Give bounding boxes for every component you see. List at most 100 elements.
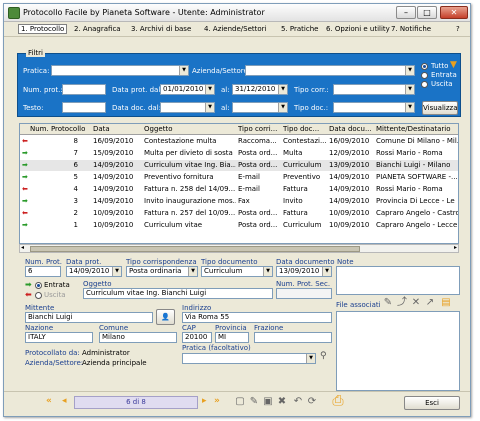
new-record-icon[interactable]: ▢	[234, 396, 246, 408]
col-tipo-corr[interactable]: Tipo corri...	[238, 125, 280, 133]
col-num-protocollo[interactable]: Num. Protocollo	[30, 125, 86, 133]
scroll-left-icon[interactable]: ◂	[21, 244, 24, 251]
table-cell-oggetto: Preventivo fornitura	[144, 173, 214, 181]
refresh-icon[interactable]: ⟳	[306, 396, 318, 408]
radio-tutto[interactable]	[421, 63, 428, 70]
detail-pratica-select[interactable]: ▼	[182, 353, 316, 364]
detail-tipo-corr-field[interactable]: Posta ordinaria ▼	[126, 266, 198, 277]
azienda-select[interactable]: ▼	[245, 65, 415, 76]
protocol-table[interactable]: Num. Protocollo Data Oggetto Tipo corri.…	[19, 123, 459, 244]
menu-archivi-di-base[interactable]: 3. Archivi di base	[131, 25, 191, 33]
menu-opzioni-utility[interactable]: 6. Opzioni e utility	[326, 25, 390, 33]
table-row[interactable]: ➡ 1 10/09/2010 Curriculum vitae Posta ord...…	[20, 220, 458, 231]
radio-entrata-label: Entrata	[431, 71, 457, 79]
col-data-doc[interactable]: Data docu...	[329, 125, 373, 133]
data-doc-dal-input[interactable]: ▼	[160, 102, 215, 113]
table-row[interactable]: ➡ 7 15/09/2010 Multa per divieto di sosta Po…	[20, 148, 458, 159]
menu-protocollo[interactable]: 1. Protocollo	[18, 24, 68, 34]
table-row[interactable]: ➡ 5 14/09/2010 Preventivo fornitura E-mail Pr…	[20, 172, 458, 183]
undo-icon[interactable]: ↶	[292, 396, 304, 408]
delete-file-icon[interactable]: ✕	[410, 297, 422, 309]
table-cell-tipo-doc: Fattura	[283, 209, 308, 217]
prev-record-icon[interactable]: ◂	[62, 396, 67, 406]
detail-oggetto-field[interactable]: Curriculum vitae Ing. Bianchi Luigi	[83, 288, 273, 299]
radio-entrata[interactable]	[421, 72, 428, 79]
table-row[interactable]: ⬅ 4 14/09/2010 Fattura n. 258 del 14/09... E…	[20, 184, 458, 195]
binoculars-icon[interactable]: ⚲	[320, 351, 327, 361]
save-record-icon[interactable]: ▣	[262, 396, 274, 408]
table-row[interactable]: ➡ 3 14/09/2010 Invito inaugurazione mos... F…	[20, 196, 458, 207]
tipo-corr-select[interactable]: ▼	[333, 84, 415, 95]
table-row[interactable]: ⬅ 8 16/09/2010 Contestazione multa Raccoma..…	[20, 136, 458, 147]
detail-indirizzo-field[interactable]: Via Roma 55	[182, 312, 332, 323]
scanner-icon[interactable]: ▤	[440, 297, 452, 309]
address-book-icon[interactable]: 👤	[156, 309, 175, 325]
col-tipo-doc[interactable]: Tipo doc...	[283, 125, 325, 133]
detail-note-field[interactable]	[336, 266, 460, 295]
detail-radio-entrata[interactable]	[35, 282, 42, 289]
data-doc-al-input[interactable]: ▼	[232, 102, 288, 113]
menu-anagrafica[interactable]: 2. Anagrafica	[74, 25, 121, 33]
col-data[interactable]: Data	[93, 125, 143, 133]
menu-help[interactable]: ?	[456, 25, 460, 33]
detail-mittente-field[interactable]: Bianchi Luigi	[25, 312, 153, 323]
minimize-button[interactable]: –	[396, 6, 416, 19]
table-cell-tipo-doc: Curriculum	[283, 161, 322, 169]
maximize-button[interactable]: □	[417, 6, 437, 19]
detail-data-prot-field[interactable]: 14/09/2010 ▼	[66, 266, 122, 277]
pratica-select[interactable]: ▼	[51, 65, 189, 76]
detail-provincia-label: Provincia	[215, 324, 247, 332]
radio-uscita[interactable]	[421, 81, 428, 88]
detail-radio-uscita[interactable]	[35, 292, 42, 299]
menu-aziende-settori[interactable]: 4. Aziende/Settori	[204, 25, 267, 33]
detail-nazione-field[interactable]: ITALY	[25, 332, 93, 343]
file-associati-list[interactable]	[336, 311, 460, 391]
scroll-thumb[interactable]	[30, 246, 360, 252]
detail-provincia-field[interactable]: MI	[215, 332, 249, 343]
add-file-icon[interactable]: ⤴	[396, 297, 408, 309]
col-oggetto[interactable]: Oggetto	[144, 125, 234, 133]
table-cell-oggetto: Curriculum vitae	[144, 221, 203, 229]
table-cell-mittente: Bianchi Luigi - Milano	[376, 161, 451, 169]
scroll-right-icon[interactable]: ▸	[454, 244, 457, 251]
detail-data-doc-field[interactable]: 13/09/2010 ▼	[276, 266, 332, 277]
table-cell-data: 10/09/2010	[93, 221, 134, 229]
table-cell-tipo-corr: E-mail	[238, 185, 260, 193]
close-button[interactable]: ✕	[440, 6, 468, 19]
detail-frazione-field[interactable]	[254, 332, 332, 343]
link-file-icon[interactable]: ↗	[424, 297, 436, 309]
radio-uscita-label: Uscita	[431, 80, 453, 88]
chevron-down-icon: ▼	[405, 103, 414, 112]
table-cell-oggetto: Curriculum vitae Ing. Bia...	[144, 161, 236, 169]
print-icon[interactable]: ⎙	[328, 392, 348, 410]
edit-file-icon[interactable]: ✎	[382, 297, 394, 309]
detail-num-prot-field[interactable]: 6	[25, 266, 61, 277]
data-prot-dal-input[interactable]: 01/01/2010 ▼	[160, 84, 215, 95]
detail-cap-field[interactable]: 20100	[182, 332, 212, 343]
edit-record-icon[interactable]: ✎	[248, 396, 260, 408]
table-cell-mittente: Rossi Mario - Roma	[376, 185, 443, 193]
table-row[interactable]: ➡ 6 14/09/2010 Curriculum vitae Ing. Bia...…	[20, 160, 458, 171]
delete-record-icon[interactable]: ✖	[276, 396, 288, 408]
menu-notifiche[interactable]: 7. Notifiche	[391, 25, 431, 33]
outgoing-arrow-icon: ⬅	[22, 185, 28, 193]
table-row[interactable]: ⬅ 2 10/09/2010 Fattura n. 257 del 10/09... P…	[20, 208, 458, 219]
table-hscroll[interactable]: ◂ ▸	[19, 244, 459, 253]
testo-input[interactable]	[62, 102, 106, 113]
detail-num-prot-sec-field[interactable]	[276, 288, 332, 299]
data-prot-al-input[interactable]: 31/12/2010 ▼	[232, 84, 288, 95]
col-mittente[interactable]: Mittente/Destinatario	[376, 125, 458, 133]
next-record-icon[interactable]: ▸	[202, 396, 207, 406]
esci-button[interactable]: Esci	[404, 396, 460, 410]
num-prot-input[interactable]	[62, 84, 106, 95]
detail-comune-field[interactable]: Milano	[99, 332, 177, 343]
visualizza-button[interactable]: Visualizza	[422, 101, 458, 115]
first-record-icon[interactable]: «	[46, 396, 52, 406]
table-cell-mittente: Capraro Angelo - Castro	[376, 209, 459, 217]
menu-pratiche[interactable]: 5. Pratiche	[281, 25, 318, 33]
tipo-doc-select[interactable]: ▼	[333, 102, 415, 113]
last-record-icon[interactable]: »	[214, 396, 220, 406]
detail-tipo-doc-field[interactable]: Curriculum ▼	[201, 266, 273, 277]
tipo-doc-label: Tipo doc.:	[294, 104, 329, 112]
filter-icon[interactable]: ▼	[450, 60, 457, 70]
